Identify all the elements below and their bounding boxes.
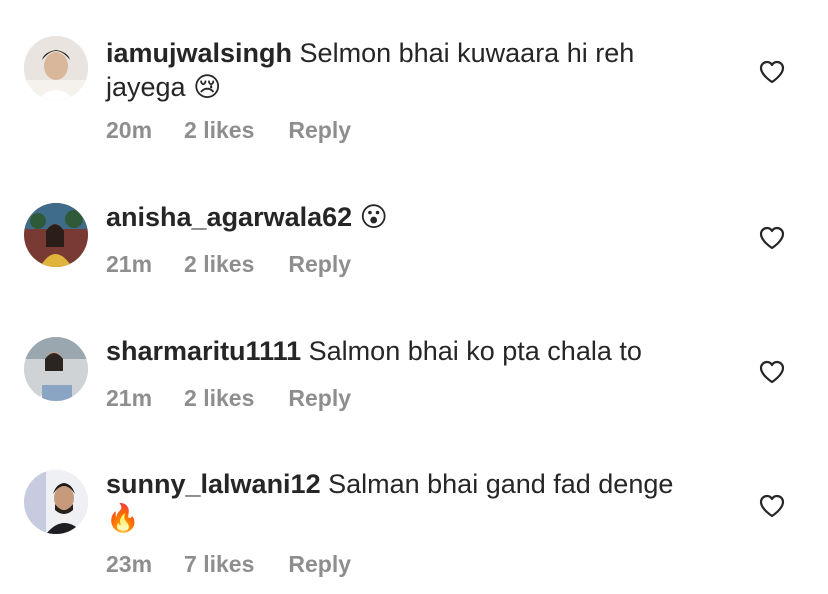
avatar[interactable] <box>24 470 88 534</box>
comment-timestamp: 21m <box>106 385 153 411</box>
comment-timestamp: 20m <box>106 117 153 143</box>
likes-count[interactable]: 2 likes <box>184 251 254 278</box>
comment-text: sunny_lalwani12 Salman bhai gand fad den… <box>106 467 716 536</box>
likes-count[interactable]: 2 likes <box>184 385 254 412</box>
comment-username[interactable]: anisha_agarwala62 <box>106 202 352 232</box>
comment-username[interactable]: sunny_lalwani12 <box>106 469 321 499</box>
reply-button[interactable]: Reply <box>288 251 351 278</box>
comment-meta: 21m 2 likes Reply <box>106 251 351 278</box>
heart-icon[interactable] <box>759 226 785 250</box>
comment-text: iamujwalsingh Selmon bhai kuwaara hi reh… <box>106 36 716 105</box>
comment-meta: 21m 2 likes Reply <box>106 385 351 412</box>
comment-body: Salmon bhai ko pta chala to <box>301 336 642 366</box>
comment-timestamp: 23m <box>106 551 153 577</box>
avatar-image <box>24 337 88 401</box>
comment-meta: 23m 7 likes Reply <box>106 551 351 578</box>
likes-count[interactable]: 7 likes <box>184 551 254 578</box>
comment-meta: 20m 2 likes Reply <box>106 117 351 144</box>
avatar-image <box>24 203 88 267</box>
comment-body: Salman bhai gand fad denge <box>320 469 674 499</box>
comment-username[interactable]: iamujwalsingh <box>106 38 292 68</box>
comment-username[interactable]: sharmaritu1111 <box>106 336 301 366</box>
comment-text: sharmaritu1111 Salmon bhai ko pta chala … <box>106 334 716 368</box>
surprised-face-icon: 😮 <box>359 202 388 233</box>
reply-button[interactable]: Reply <box>288 385 351 412</box>
likes-count[interactable]: 2 likes <box>184 117 254 144</box>
crying-face-icon: 😢 <box>193 72 222 103</box>
fire-icon: 🔥 <box>106 503 140 534</box>
heart-icon[interactable] <box>759 360 785 384</box>
comment-timestamp: 21m <box>106 251 153 277</box>
heart-icon[interactable] <box>759 60 785 84</box>
avatar[interactable] <box>24 36 88 100</box>
heart-icon[interactable] <box>759 494 785 518</box>
reply-button[interactable]: Reply <box>288 551 351 578</box>
comment-text: anisha_agarwala62 😮 <box>106 200 716 235</box>
avatar-image <box>24 36 88 100</box>
reply-button[interactable]: Reply <box>288 117 351 144</box>
avatar[interactable] <box>24 203 88 267</box>
avatar-image <box>24 470 88 534</box>
avatar[interactable] <box>24 337 88 401</box>
